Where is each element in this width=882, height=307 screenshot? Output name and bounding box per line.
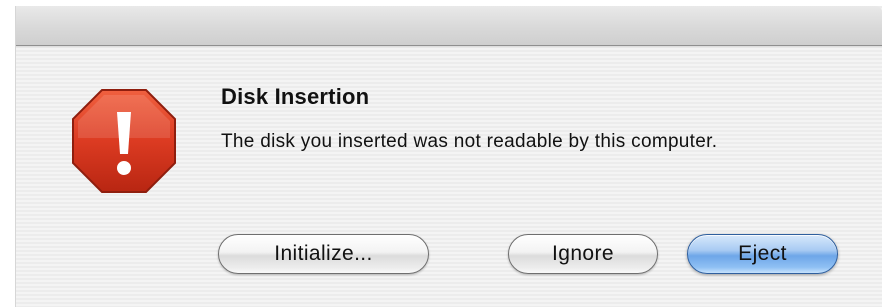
dialog-titlebar	[16, 6, 882, 48]
eject-button[interactable]: Eject	[687, 234, 838, 274]
initialize-button[interactable]: Initialize...	[218, 234, 429, 274]
dialog-heading: Disk Insertion	[221, 84, 370, 109]
alert-octagon-icon	[71, 88, 177, 194]
ignore-button[interactable]: Ignore	[508, 234, 658, 274]
disk-insertion-dialog: Disk Insertion The disk you inserted was…	[15, 6, 882, 307]
dialog-message: The disk you inserted was not readable b…	[221, 131, 718, 152]
